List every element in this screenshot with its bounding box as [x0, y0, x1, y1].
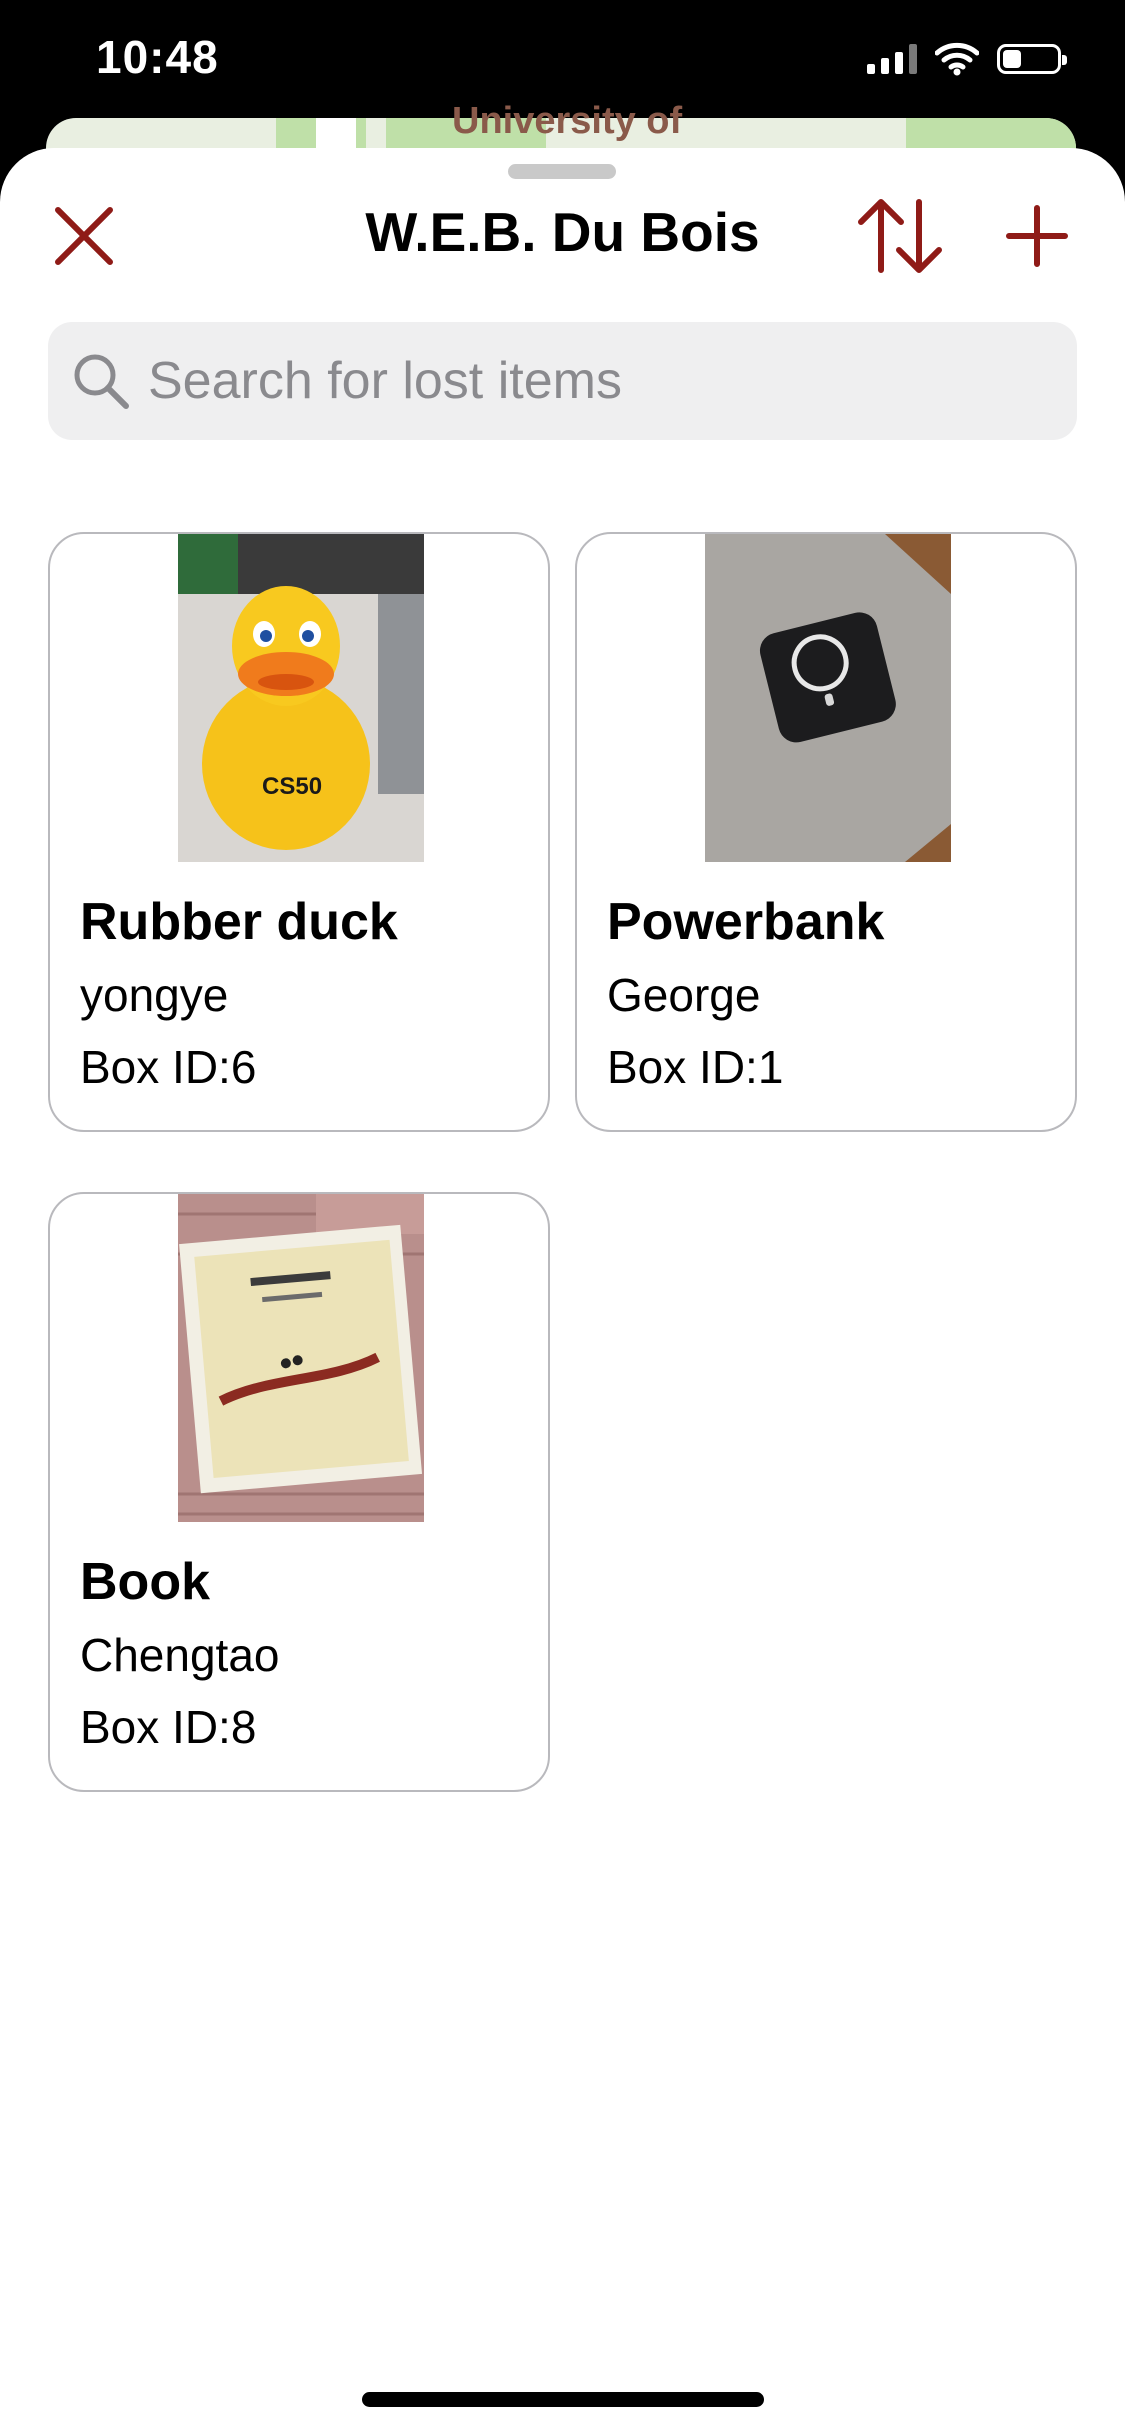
book-photo	[178, 1194, 424, 1522]
search-icon	[74, 354, 129, 409]
item-title: Powerbank	[607, 893, 885, 951]
item-title: Book	[80, 1553, 210, 1611]
item-card-book[interactable]: Book Chengtao Box ID:8	[48, 1192, 550, 1792]
status-icons	[867, 42, 1067, 76]
cellular-signal-icon	[867, 44, 917, 74]
item-box-id: Box ID:8	[80, 1701, 257, 1753]
page-title: W.E.B. Du Bois	[365, 201, 760, 263]
item-owner: George	[607, 969, 761, 1021]
sheet-grabber[interactable]	[508, 164, 616, 179]
item-owner: yongye	[80, 969, 229, 1021]
home-indicator[interactable]	[362, 2392, 764, 2407]
item-box-id: Box ID:1	[607, 1041, 784, 1093]
sort-button[interactable]	[855, 196, 945, 276]
battery-fill	[1003, 50, 1021, 68]
item-box-id: Box ID:6	[80, 1041, 257, 1093]
sort-arrows-icon	[858, 199, 942, 273]
rubber-duck-photo: CS50	[178, 534, 424, 862]
add-item-button[interactable]	[1005, 204, 1069, 268]
lost-items-sheet: W.E.B. Du Bois Search for lost items CS5…	[0, 148, 1125, 2436]
item-owner: Chengtao	[80, 1629, 280, 1681]
wifi-icon	[935, 42, 979, 76]
plus-icon	[1006, 205, 1068, 267]
powerbank-photo	[705, 534, 951, 862]
svg-text:CS50: CS50	[262, 773, 322, 800]
status-time: 10:48	[96, 31, 219, 83]
search-bar[interactable]	[48, 322, 1077, 440]
item-card-rubber-duck[interactable]: CS50 Rubber duck yongye Box ID:6	[48, 532, 550, 1132]
map-label: University of	[452, 100, 683, 142]
item-card-powerbank[interactable]: Powerbank George Box ID:1	[575, 532, 1077, 1132]
search-input[interactable]	[148, 322, 1048, 440]
item-title: Rubber duck	[80, 893, 398, 951]
battery-icon	[997, 44, 1067, 74]
